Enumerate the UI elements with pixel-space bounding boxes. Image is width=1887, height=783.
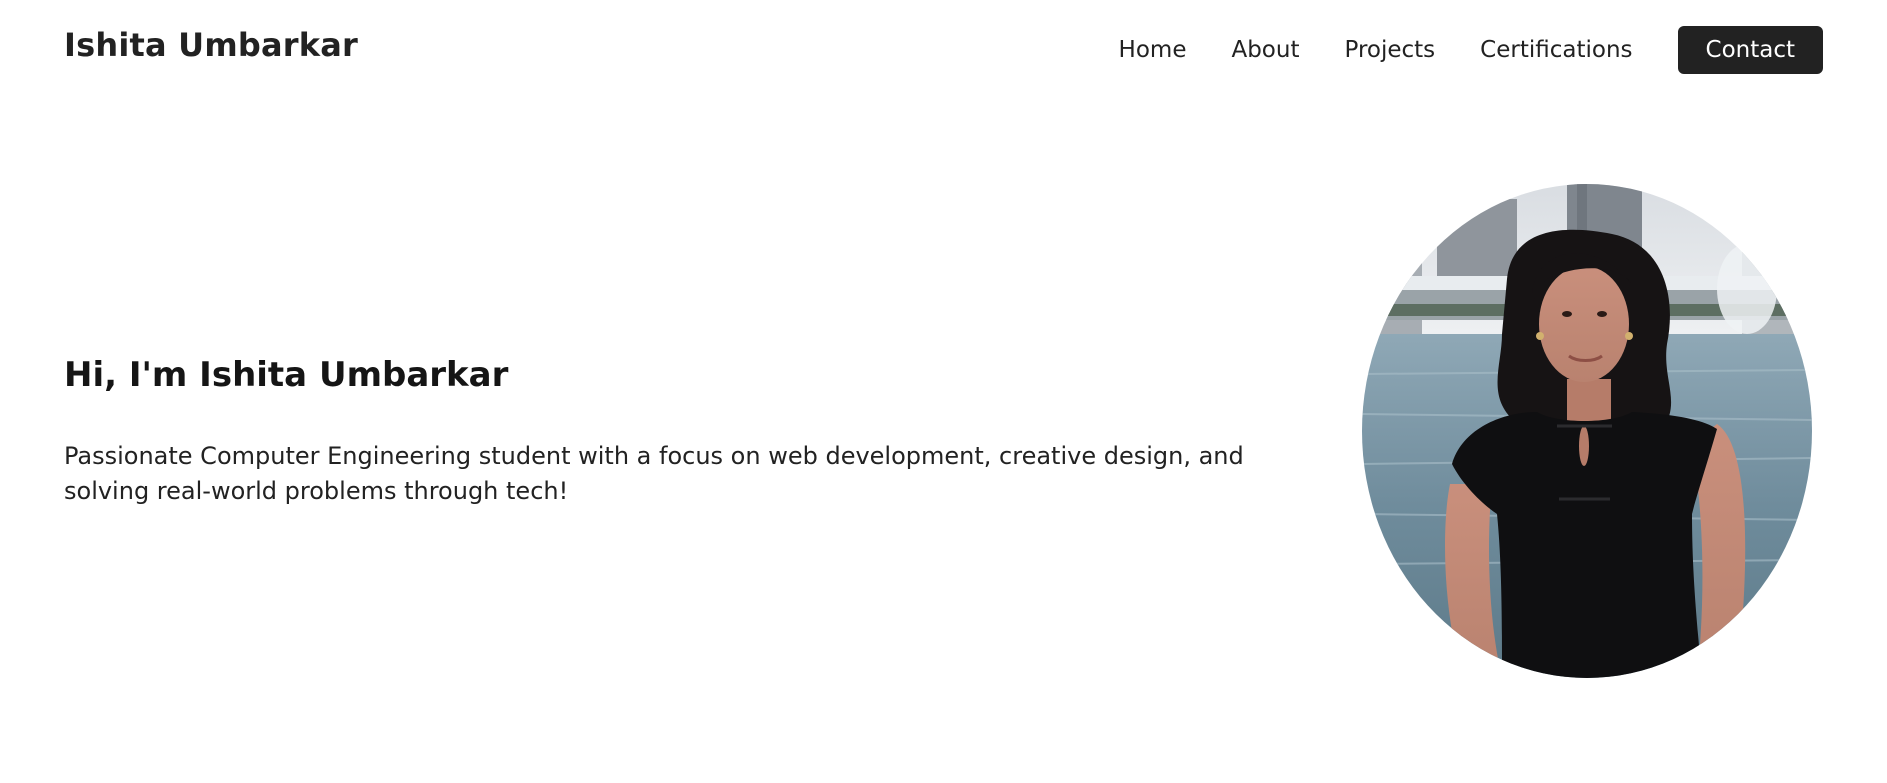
nav-links: Home About Projects Certifications Conta… — [1119, 26, 1823, 74]
hero-title: Hi, I'm Ishita Umbarkar — [64, 355, 509, 395]
site-brand[interactable]: Ishita Umbarkar — [64, 26, 358, 64]
hero-section: Hi, I'm Ishita Umbarkar Passionate Compu… — [64, 355, 1304, 509]
nav-about-link[interactable]: About — [1231, 37, 1299, 63]
contact-button[interactable]: Contact — [1677, 26, 1823, 74]
nav-home-link[interactable]: Home — [1119, 37, 1187, 63]
page: Ishita Umbarkar Home About Projects Cert… — [0, 0, 1887, 783]
navbar: Ishita Umbarkar Home About Projects Cert… — [0, 0, 1887, 100]
nav-projects-link[interactable]: Projects — [1344, 37, 1435, 63]
profile-photo — [1362, 184, 1812, 678]
nav-certifications-link[interactable]: Certifications — [1480, 37, 1632, 63]
hero-description: Passionate Computer Engineering student … — [64, 442, 1244, 505]
